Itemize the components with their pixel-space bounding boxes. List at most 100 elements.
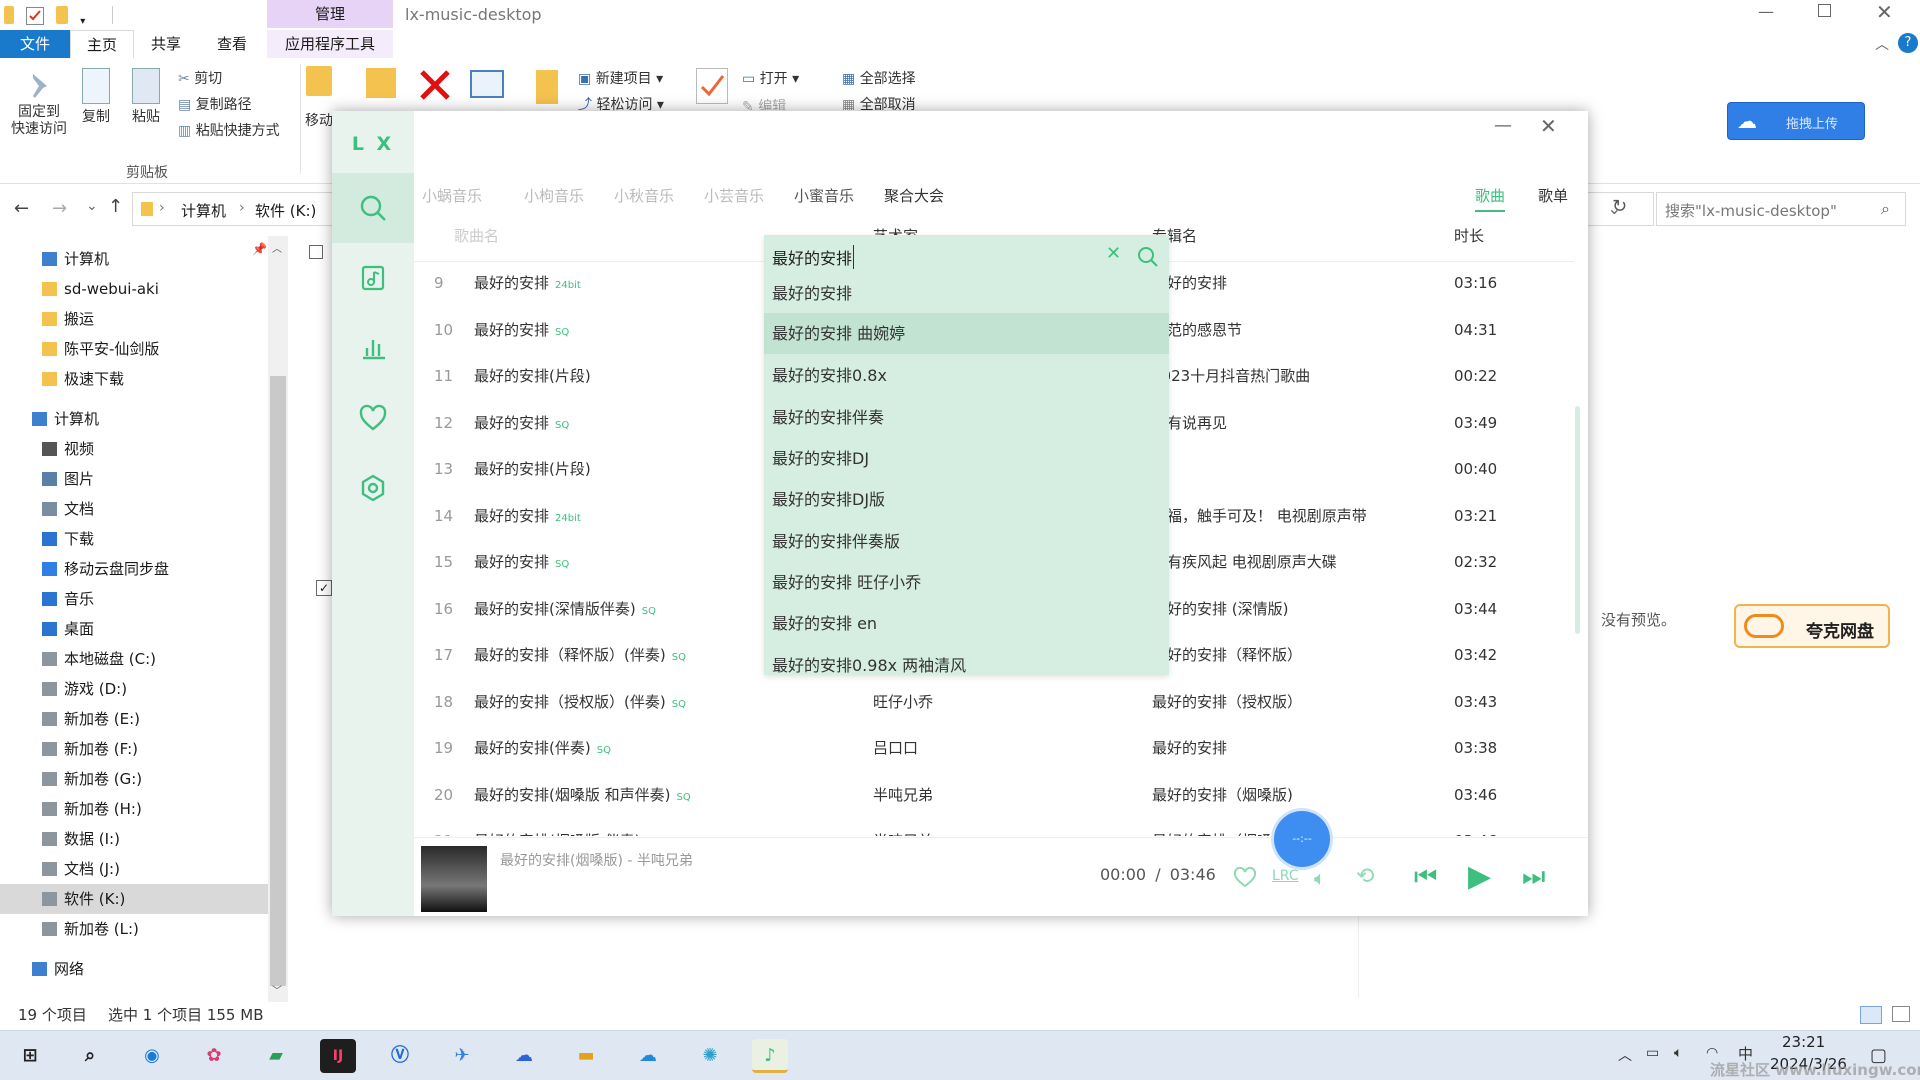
- song-name-cell[interactable]: 最好的安排（释怀版）(伴奏) SQ: [474, 632, 686, 681]
- suggestion-item[interactable]: 最好的安排伴奏: [764, 397, 1169, 438]
- tab-songs[interactable]: 歌曲: [1475, 185, 1506, 212]
- nav-leaderboard[interactable]: [332, 313, 414, 383]
- breadcrumb[interactable]: › 计算机 › 软件 (K:): [132, 192, 340, 226]
- paste-button[interactable]: 粘贴: [126, 68, 166, 126]
- nav-item[interactable]: 搬运: [0, 304, 268, 334]
- bird-app-icon[interactable]: ✈: [444, 1039, 480, 1073]
- nav-settings[interactable]: [332, 453, 414, 523]
- tab-share[interactable]: 共享: [134, 30, 198, 58]
- open-button[interactable]: ▭ 打开 ▾: [742, 68, 799, 88]
- clock-time[interactable]: 23:21: [1782, 1033, 1825, 1051]
- upload-button[interactable]: ☁ 拖拽上传: [1727, 102, 1865, 140]
- tab-playlists[interactable]: 歌单: [1538, 185, 1568, 206]
- cloud-sync-icon[interactable]: ☁: [630, 1039, 666, 1073]
- nav-item[interactable]: 新加卷 (E:): [0, 704, 268, 734]
- lx-minimize-icon[interactable]: —: [1494, 115, 1512, 136]
- clear-icon[interactable]: ✕: [1106, 243, 1121, 264]
- copy-to-icon[interactable]: [366, 68, 396, 98]
- nav-song-list[interactable]: [332, 243, 414, 313]
- nav-item[interactable]: 图片: [0, 464, 268, 494]
- recent-dropdown-icon[interactable]: ⌄: [86, 198, 98, 214]
- search-icon[interactable]: ⌕: [1881, 199, 1890, 219]
- source-tab[interactable]: 小枸音乐: [524, 185, 584, 206]
- paste-shortcut-button[interactable]: ▥ 粘贴快捷方式: [178, 120, 280, 140]
- table-row[interactable]: 20 最好的安排(烟嗓版 和声伴奏) SQ 半吨兄弟 最好的安排（烟嗓版) 03:46: [414, 772, 1554, 818]
- tab-home[interactable]: 主页: [70, 30, 134, 58]
- nav-item[interactable]: 移动云盘同步盘: [0, 554, 268, 584]
- cloud-app-icon[interactable]: ☁: [506, 1039, 542, 1073]
- nav-item[interactable]: 软件 (K:): [0, 884, 268, 914]
- battery-icon[interactable]: ▭: [1646, 1045, 1659, 1061]
- suggestion-item[interactable]: 最好的安排: [764, 273, 1169, 314]
- minimize-icon[interactable]: —: [1758, 2, 1774, 21]
- nav-favorites[interactable]: [332, 383, 414, 453]
- play-icon[interactable]: ▶: [1468, 862, 1491, 892]
- help-icon[interactable]: ?: [1898, 33, 1918, 53]
- forward-arrow-icon[interactable]: →: [52, 198, 67, 219]
- favorite-icon[interactable]: [1232, 866, 1258, 892]
- nav-item[interactable]: 网络: [0, 954, 268, 984]
- select-none-button[interactable]: ▦ 全部取消: [842, 94, 916, 110]
- song-name-cell[interactable]: 最好的安排(深情版伴奏) SQ: [474, 586, 656, 635]
- nav-item[interactable]: 陈平安-仙剑版: [0, 334, 268, 364]
- rename-icon[interactable]: [470, 70, 504, 98]
- nav-item[interactable]: 游戏 (D:): [0, 674, 268, 704]
- list-scrollbar[interactable]: [1575, 406, 1580, 634]
- nav-item[interactable]: 极速下载: [0, 364, 268, 394]
- nav-item[interactable]: 文档 (J:): [0, 854, 268, 884]
- nav-item[interactable]: 音乐: [0, 584, 268, 614]
- search-input[interactable]: 最好的安排: [772, 245, 855, 269]
- source-tab[interactable]: 小蜗音乐: [422, 185, 482, 206]
- edit-button[interactable]: ✎ 编辑: [742, 96, 786, 110]
- search-icon[interactable]: [1136, 245, 1160, 269]
- album-cover[interactable]: [421, 846, 487, 912]
- song-name-cell[interactable]: 最好的安排 24bit: [474, 493, 581, 542]
- nav-item[interactable]: 文档: [0, 494, 268, 524]
- pin-quick-access-button[interactable]: 固定到 快速访问: [8, 70, 70, 138]
- song-name-cell[interactable]: 最好的安排(片段): [474, 353, 597, 402]
- move-to-button[interactable]: 移动: [304, 66, 334, 130]
- up-arrow-icon[interactable]: ↑: [108, 196, 123, 217]
- nav-item[interactable]: 新加卷 (G:): [0, 764, 268, 794]
- file-explorer-icon[interactable]: ▬: [568, 1039, 604, 1073]
- delete-icon[interactable]: [418, 68, 452, 106]
- song-name-cell[interactable]: 最好的安排 SQ: [474, 307, 569, 356]
- large-icons-view-icon[interactable]: [1892, 1006, 1910, 1022]
- back-arrow-icon[interactable]: ←: [14, 198, 29, 219]
- copy-button[interactable]: 复制: [76, 68, 116, 126]
- collapse-ribbon-icon[interactable]: ︿: [1875, 34, 1889, 54]
- song-name-cell[interactable]: 最好的安排 SQ: [474, 400, 569, 449]
- nav-item[interactable]: 本地磁盘 (C:): [0, 644, 268, 674]
- song-name-cell[interactable]: 最好的安排(伴奏) SQ: [474, 725, 611, 774]
- suggestion-item[interactable]: 最好的安排0.8x: [764, 355, 1169, 396]
- folder-icon[interactable]: [4, 6, 14, 24]
- row-checkbox[interactable]: ✓: [316, 580, 332, 596]
- nav-item[interactable]: 数据 (I:): [0, 824, 268, 854]
- song-name-cell[interactable]: 最好的安排(片段): [474, 446, 597, 495]
- suggestion-item[interactable]: 最好的安排 en: [764, 603, 1169, 644]
- nav-item[interactable]: 视频: [0, 434, 268, 464]
- nav-item[interactable]: sd-webui-aki: [0, 274, 268, 304]
- nav-item[interactable]: 桌面: [0, 614, 268, 644]
- jetbrains-icon[interactable]: IJ: [320, 1039, 356, 1073]
- paint-app-icon[interactable]: ✿: [196, 1039, 232, 1073]
- suggestion-item[interactable]: 最好的安排 旺仔小乔: [764, 562, 1169, 603]
- manage-context-tab[interactable]: 管理: [267, 0, 393, 28]
- song-name-cell[interactable]: 最好的安排 SQ: [474, 539, 569, 588]
- song-name-cell[interactable]: 最好的安排（授权版）(伴奏) SQ: [474, 679, 686, 728]
- breadcrumb-drive-k[interactable]: 软件 (K:): [255, 200, 316, 221]
- lx-music-taskbar-icon[interactable]: ♪: [752, 1039, 788, 1073]
- next-track-icon[interactable]: ⏭︎: [1522, 862, 1545, 892]
- source-tab[interactable]: 小蜜音乐: [794, 185, 854, 206]
- suggestion-item[interactable]: 最好的安排 曲婉婷: [764, 313, 1169, 354]
- prev-track-icon[interactable]: ⏮︎: [1414, 862, 1437, 892]
- nav-item[interactable]: 新加卷 (H:): [0, 794, 268, 824]
- details-view-icon[interactable]: [1860, 1006, 1882, 1024]
- repeat-icon[interactable]: ⟲: [1356, 864, 1374, 889]
- lyrics-icon[interactable]: LRC: [1272, 868, 1299, 884]
- nav-item[interactable]: 新加卷 (L:): [0, 914, 268, 944]
- floating-speed-badge[interactable]: --:--: [1274, 811, 1330, 867]
- cut-button[interactable]: ✂ 剪切: [178, 68, 222, 88]
- search-box[interactable]: 搜索"lx-music-desktop" ⌕: [1656, 192, 1906, 226]
- windows-start-icon[interactable]: ⊞: [12, 1039, 48, 1073]
